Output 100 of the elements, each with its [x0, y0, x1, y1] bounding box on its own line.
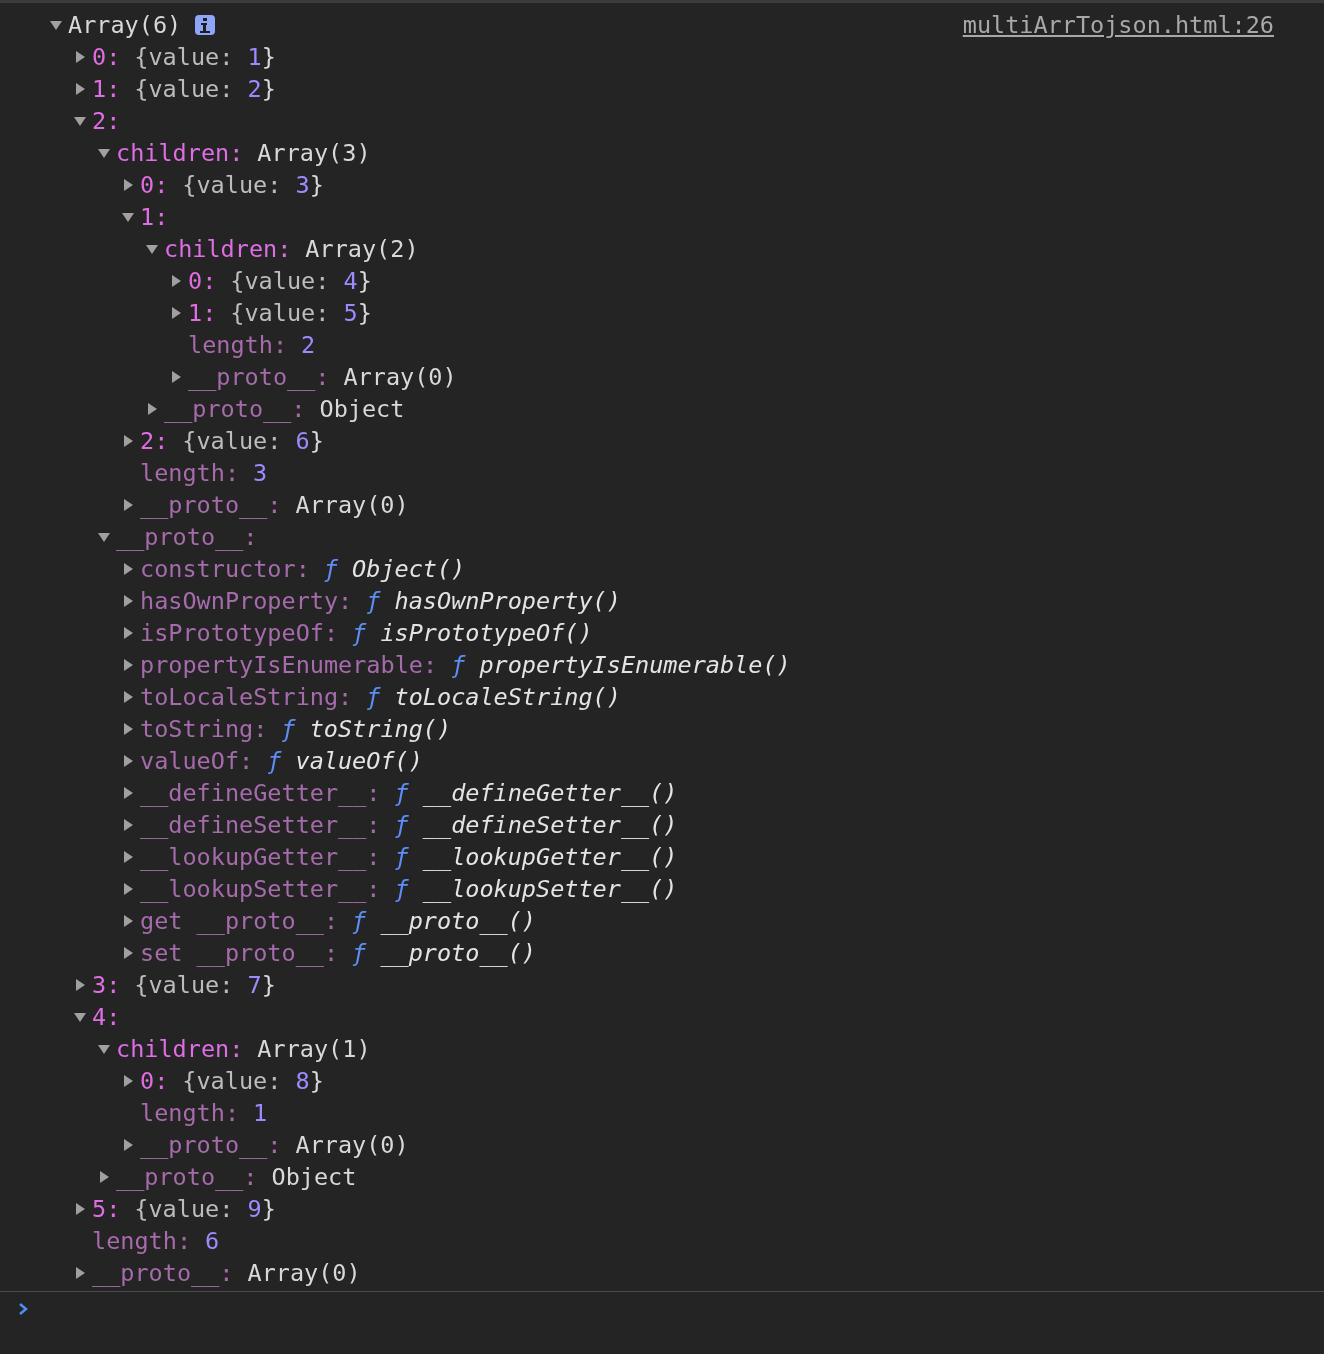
function-value: ƒ __proto__(): [352, 939, 536, 967]
object-label: Array(0): [295, 491, 409, 519]
collapsed-triangle-icon[interactable]: [122, 1139, 134, 1151]
expanded-triangle-icon[interactable]: [98, 531, 110, 543]
collapsed-triangle-icon[interactable]: [122, 947, 134, 959]
collapsed-triangle-icon[interactable]: [122, 851, 134, 863]
number-value: 6: [205, 1227, 220, 1255]
collapsed-triangle-icon[interactable]: [122, 691, 134, 703]
property-key: length:: [140, 459, 240, 487]
property-key: length:: [188, 331, 288, 359]
property-key: 1:: [188, 299, 217, 327]
property-key: 0:: [140, 1067, 169, 1095]
number-value: 2: [301, 331, 316, 359]
collapsed-triangle-icon[interactable]: [74, 1203, 86, 1215]
value-preview: {value: 4}: [230, 267, 372, 295]
collapsed-triangle-icon[interactable]: [122, 1075, 134, 1087]
collapsed-triangle-icon[interactable]: [122, 659, 134, 671]
property-key: children:: [116, 139, 244, 167]
function-value: ƒ valueOf(): [267, 747, 423, 775]
property-key: 2:: [92, 107, 121, 135]
info-icon[interactable]: [195, 15, 216, 35]
function-value: ƒ toLocaleString(): [366, 683, 621, 711]
collapsed-triangle-icon[interactable]: [74, 83, 86, 95]
collapsed-triangle-icon[interactable]: [122, 179, 134, 191]
value-preview: {value: 5}: [230, 299, 372, 327]
collapsed-triangle-icon[interactable]: [74, 979, 86, 991]
property-key: 4:: [92, 1003, 121, 1031]
collapsed-triangle-icon[interactable]: [122, 499, 134, 511]
object-label: Object: [271, 1163, 357, 1191]
collapsed-triangle-icon[interactable]: [74, 51, 86, 63]
function-value: ƒ __lookupGetter__(): [394, 843, 678, 871]
collapsed-triangle-icon[interactable]: [170, 371, 182, 383]
collapsed-triangle-icon[interactable]: [122, 755, 134, 767]
property-key: set __proto__:: [140, 939, 339, 967]
expanded-triangle-icon[interactable]: [146, 243, 158, 255]
collapsed-triangle-icon[interactable]: [98, 1171, 110, 1183]
object-label: Array(0): [343, 363, 457, 391]
expanded-triangle-icon[interactable]: [122, 211, 134, 223]
property-key: valueOf:: [140, 747, 254, 775]
function-value: ƒ Object(): [323, 555, 466, 583]
collapsed-triangle-icon[interactable]: [122, 787, 134, 799]
property-key: __proto__:: [116, 523, 258, 551]
property-key: __defineGetter__:: [140, 779, 381, 807]
property-key: toLocaleString:: [140, 683, 353, 711]
object-label: Array(1): [257, 1035, 371, 1063]
function-value: ƒ __defineSetter__(): [394, 811, 678, 839]
expanded-triangle-icon[interactable]: [74, 1011, 86, 1023]
property-key: __proto__:: [92, 1259, 234, 1287]
property-key: length:: [140, 1099, 240, 1127]
property-key: 0:: [188, 267, 217, 295]
property-key: __proto__:: [188, 363, 330, 391]
collapsed-triangle-icon[interactable]: [122, 915, 134, 927]
number-value: 3: [253, 459, 268, 487]
expanded-triangle-icon[interactable]: [98, 147, 110, 159]
collapsed-triangle-icon[interactable]: [122, 595, 134, 607]
property-key: 5:: [92, 1195, 121, 1223]
prompt-chevron-icon: [18, 1302, 28, 1316]
property-key: 0:: [140, 171, 169, 199]
object-label: Array(0): [247, 1259, 361, 1287]
property-key: 3:: [92, 971, 121, 999]
object-label: Array(3): [257, 139, 371, 167]
collapsed-triangle-icon[interactable]: [122, 563, 134, 575]
value-preview: {value: 7}: [134, 971, 276, 999]
array-label: Array(6): [68, 11, 182, 39]
source-link[interactable]: multiArrTojson.html:26: [962, 11, 1274, 39]
value-preview: {value: 2}: [134, 75, 276, 103]
collapsed-triangle-icon[interactable]: [146, 403, 158, 415]
value-preview: {value: 9}: [134, 1195, 276, 1223]
expanded-triangle-icon[interactable]: [98, 1043, 110, 1055]
value-preview: {value: 3}: [182, 171, 324, 199]
property-key: propertyIsEnumerable:: [140, 651, 438, 679]
property-key: length:: [92, 1227, 192, 1255]
collapsed-triangle-icon[interactable]: [122, 627, 134, 639]
property-key: toString:: [140, 715, 268, 743]
property-key: children:: [164, 235, 292, 263]
collapsed-triangle-icon[interactable]: [122, 435, 134, 447]
object-label: Object: [319, 395, 405, 423]
property-key: 1:: [92, 75, 121, 103]
property-key: 0:: [92, 43, 121, 71]
function-value: ƒ isPrototypeOf(): [352, 619, 593, 647]
property-key: __proto__:: [140, 1131, 282, 1159]
function-value: ƒ hasOwnProperty(): [366, 587, 621, 615]
collapsed-triangle-icon[interactable]: [122, 723, 134, 735]
collapsed-triangle-icon[interactable]: [170, 275, 182, 287]
value-preview: {value: 6}: [182, 427, 324, 455]
object-label: Array(0): [295, 1131, 409, 1159]
value-preview: {value: 8}: [182, 1067, 324, 1095]
function-value: ƒ __defineGetter__(): [394, 779, 678, 807]
collapsed-triangle-icon[interactable]: [122, 819, 134, 831]
expanded-triangle-icon[interactable]: [74, 115, 86, 127]
collapsed-triangle-icon[interactable]: [74, 1267, 86, 1279]
collapsed-triangle-icon[interactable]: [122, 883, 134, 895]
property-key: __defineSetter__:: [140, 811, 381, 839]
expanded-triangle-icon[interactable]: [50, 19, 62, 31]
function-value: ƒ propertyIsEnumerable(): [451, 651, 791, 679]
property-key: isPrototypeOf:: [140, 619, 339, 647]
object-label: Array(2): [305, 235, 419, 263]
property-key: 2:: [140, 427, 169, 455]
property-key: 1:: [140, 203, 169, 231]
collapsed-triangle-icon[interactable]: [170, 307, 182, 319]
